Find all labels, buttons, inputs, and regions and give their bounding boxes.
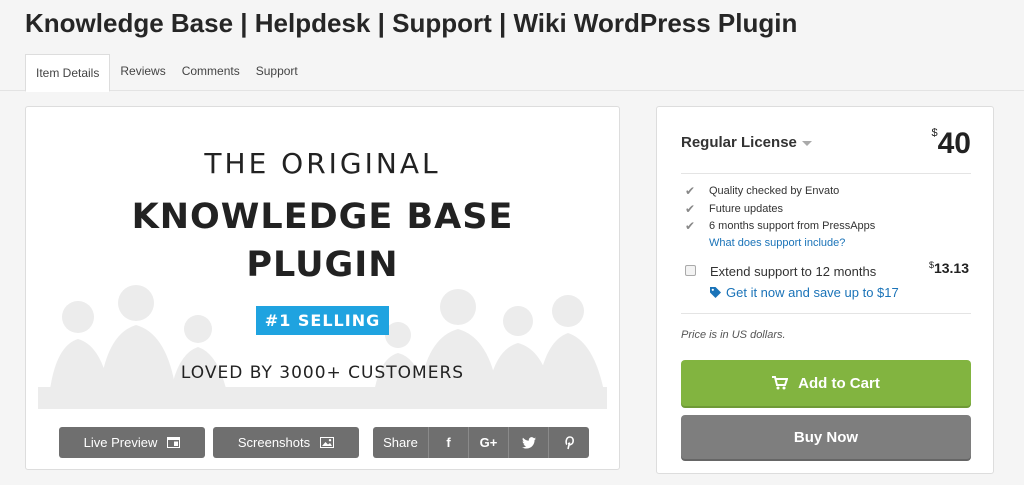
list-item: ✔ 6 months support from PressApps (685, 218, 875, 236)
screenshots-button[interactable]: Screenshots (213, 427, 359, 458)
license-label: Regular License (681, 134, 797, 151)
banner-heading-plugin: PLUGIN (246, 245, 399, 285)
image-icon (320, 437, 335, 448)
page-title: Knowledge Base | Helpdesk | Support | Wi… (25, 8, 798, 38)
preview-window-icon (167, 437, 181, 448)
caret-down-icon (801, 140, 812, 146)
twitter-icon[interactable] (509, 427, 549, 458)
list-item: ✔ Future updates (685, 201, 875, 219)
share-label: Share (373, 427, 429, 458)
screenshots-label: Screenshots (237, 435, 311, 450)
license-selector[interactable]: Regular License (681, 134, 812, 151)
check-icon: ✔ (685, 201, 696, 216)
item-tabs: Item Details Reviews Comments Support (25, 54, 306, 92)
price-note: Price is in US dollars. (681, 329, 786, 341)
google-plus-icon[interactable]: G+ (469, 427, 509, 458)
divider (681, 313, 971, 314)
check-icon: ✔ (685, 219, 696, 233)
banner-heading-large: KNOWLEDGE BASE (131, 197, 514, 237)
check-icon: ✔ (685, 184, 696, 198)
cart-icon (772, 376, 789, 390)
add-to-cart-label: Add to Cart (798, 374, 880, 392)
extend-support-label: Extend support to 12 months (710, 264, 877, 279)
banner-tagline: LOVED BY 3000+ CUSTOMERS (180, 363, 465, 383)
pinterest-icon[interactable] (549, 427, 589, 458)
item-preview-card: THE ORIGINAL KNOWLEDGE BASE PLUGIN #1 SE… (25, 106, 620, 470)
purchase-panel: Regular License $40 ✔ Quality checked by … (656, 106, 994, 474)
selling-badge: #1 SELLING (255, 306, 390, 335)
page-header: Knowledge Base | Helpdesk | Support | Wi… (0, 0, 1024, 92)
support-info-link[interactable]: What does support include? (709, 237, 845, 249)
live-preview-label: Live Preview (83, 435, 158, 450)
feature-list: ✔ Quality checked by Envato ✔ Future updat… (685, 183, 875, 236)
share-bar: Share f G+ (373, 427, 589, 458)
price-amount: 40 (937, 127, 971, 160)
save-offer-link[interactable]: Get it now and save up to $17 (709, 285, 899, 300)
currency-symbol: $ (931, 127, 938, 139)
license-price: $40 (932, 127, 972, 161)
add-to-cart-button[interactable]: Add to Cart (681, 360, 971, 406)
tab-support[interactable]: Support (248, 54, 306, 91)
list-item: ✔ Quality checked by Envato (685, 183, 875, 201)
item-banner: THE ORIGINAL KNOWLEDGE BASE PLUGIN #1 SE… (38, 119, 607, 409)
live-preview-button[interactable]: Live Preview (59, 427, 205, 458)
license-row: Regular License $40 (681, 127, 971, 171)
extend-support-price: $13.13 (928, 260, 969, 276)
tag-icon (710, 287, 721, 298)
banner-heading-small: THE ORIGINAL (204, 147, 441, 180)
extend-support-checkbox[interactable] (685, 265, 696, 276)
tab-item-details[interactable]: Item Details (25, 54, 111, 92)
facebook-icon[interactable]: f (429, 427, 469, 458)
divider (681, 173, 971, 174)
tab-reviews[interactable]: Reviews (112, 54, 173, 91)
buy-now-button[interactable]: Buy Now (681, 415, 971, 459)
tab-comments[interactable]: Comments (174, 54, 248, 91)
